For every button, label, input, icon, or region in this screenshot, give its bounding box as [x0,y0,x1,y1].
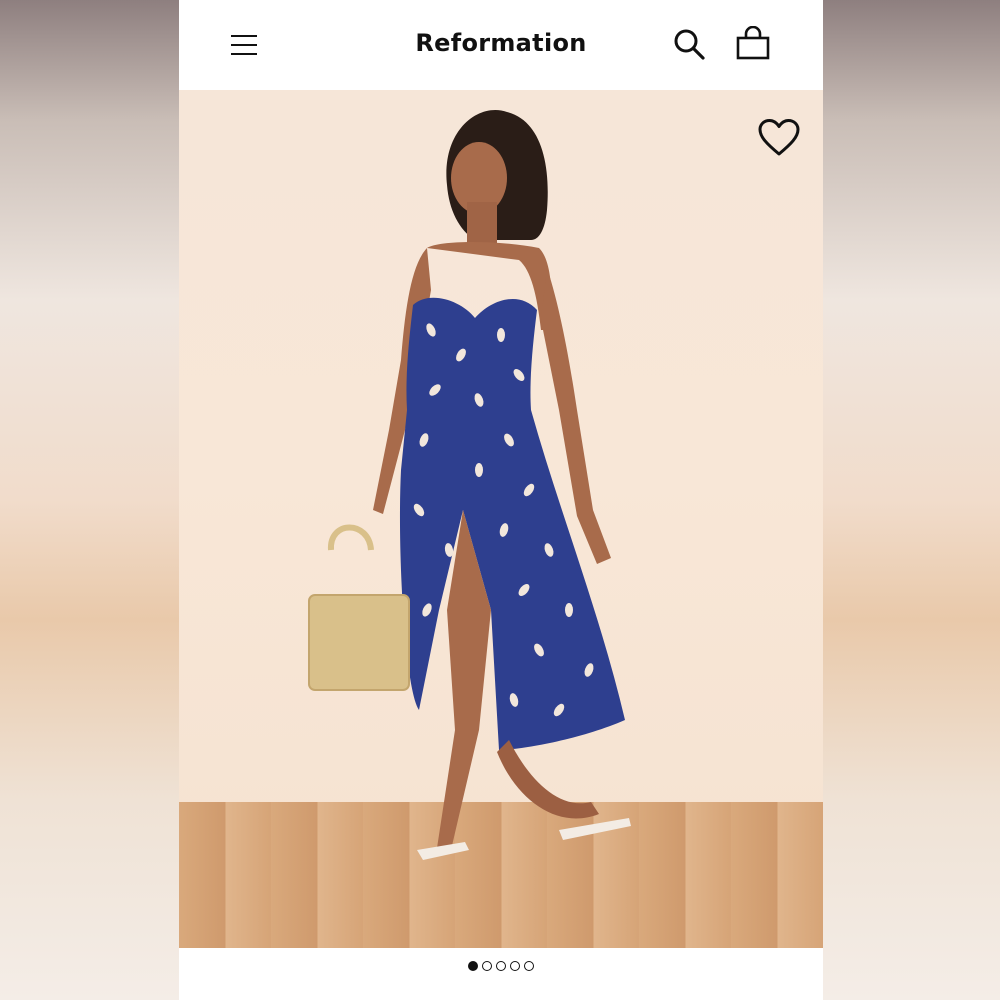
search-icon[interactable] [671,26,707,62]
carousel-dot[interactable] [468,961,478,971]
brand-logo[interactable]: Reformation [179,29,823,57]
shopping-bag-icon[interactable] [735,25,771,62]
carousel-dot[interactable] [524,961,534,971]
product-image[interactable] [179,90,823,948]
product-page: Reformation [179,0,823,1000]
carousel-dot[interactable] [496,961,506,971]
carousel-dot[interactable] [482,961,492,971]
model-illustration [308,110,631,860]
top-nav-bar: Reformation [179,0,823,90]
image-carousel-pager [179,961,823,971]
carousel-dot[interactable] [510,961,520,971]
favorite-heart-icon[interactable] [757,118,801,158]
